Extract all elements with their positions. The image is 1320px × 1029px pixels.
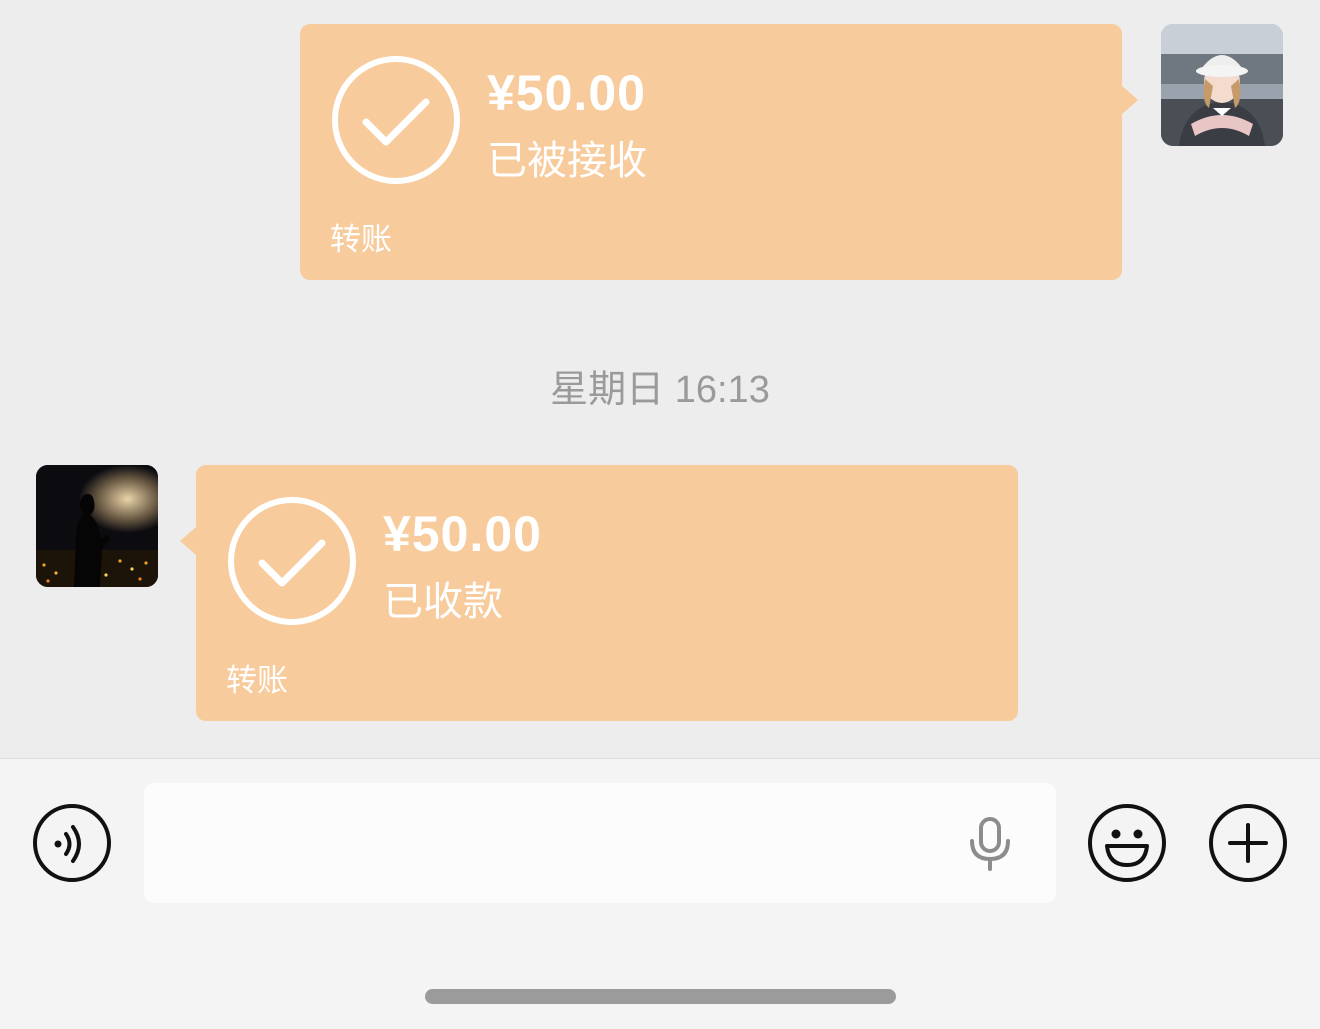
home-indicator[interactable] — [425, 989, 896, 1004]
transfer-bubble-received[interactable]: ¥50.00 已收款 转账 — [180, 465, 1018, 721]
transfer-amount: ¥50.00 — [487, 65, 646, 121]
avatar-self[interactable] — [1161, 24, 1283, 146]
chat-area: ¥50.00 已被接收 转账 星期日 16:13 ¥50.00 已收款 转账 — [0, 0, 1320, 758]
check-circle-icon — [332, 56, 460, 184]
message-timestamp: 星期日 16:13 — [550, 369, 770, 411]
voice-toggle-button[interactable] — [32, 803, 112, 883]
avatar-night-city-icon — [36, 465, 158, 587]
emoji-button[interactable] — [1087, 803, 1167, 883]
transfer-bubble-sent[interactable]: ¥50.00 已被接收 转账 — [300, 24, 1138, 280]
avatar-contact[interactable] — [36, 465, 158, 587]
bubble-tail — [1122, 86, 1138, 114]
microphone-icon[interactable] — [962, 815, 1018, 871]
transfer-status: 已收款 — [383, 580, 503, 624]
avatar-girl-hat-icon — [1161, 24, 1283, 146]
emoji-icon — [1088, 804, 1166, 882]
bubble-tail — [180, 527, 196, 555]
transfer-label: 转账 — [226, 663, 288, 698]
transfer-label: 转账 — [330, 222, 392, 257]
transfer-amount: ¥50.00 — [383, 506, 542, 562]
voice-toggle-icon — [33, 804, 111, 882]
plus-icon — [1209, 804, 1287, 882]
input-toolbar — [0, 758, 1320, 1029]
more-actions-button[interactable] — [1208, 803, 1288, 883]
transfer-status: 已被接收 — [487, 139, 647, 183]
message-input[interactable] — [144, 783, 1056, 903]
check-circle-icon — [228, 497, 356, 625]
